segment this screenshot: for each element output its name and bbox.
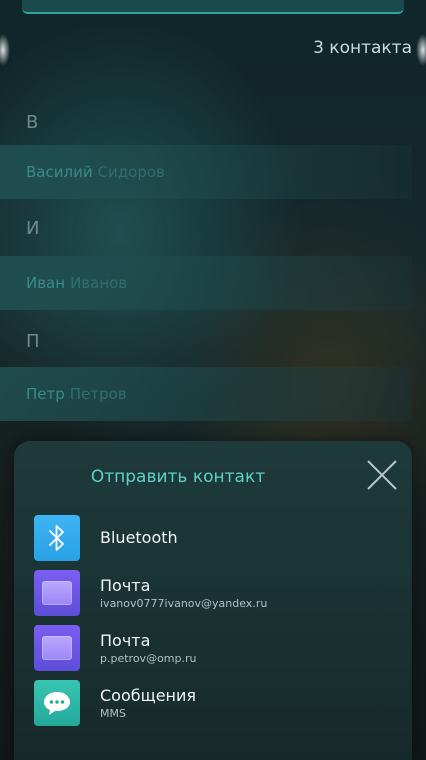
contact-first-name: Иван bbox=[26, 274, 66, 292]
share-option-bluetooth[interactable]: Bluetooth bbox=[34, 513, 404, 563]
messages-icon bbox=[34, 680, 80, 726]
section-header-v: В bbox=[26, 112, 39, 133]
share-option-account: ivanov0777ivanov@yandex.ru bbox=[100, 596, 268, 610]
share-option-title: Почта bbox=[100, 575, 151, 595]
share-option-mail-ivanov[interactable]: Почта ivanov0777ivanov@yandex.ru bbox=[34, 568, 404, 618]
contact-row-vasily[interactable]: Василий Сидоров bbox=[0, 145, 412, 199]
contact-last-name: Сидоров bbox=[97, 163, 165, 181]
share-option-transport: MMS bbox=[100, 706, 126, 720]
share-option-title: Почта bbox=[100, 630, 151, 650]
contact-count-label: 3 контакта bbox=[313, 38, 412, 58]
share-option-title: Сообщения bbox=[100, 685, 197, 705]
mail-icon bbox=[34, 570, 80, 616]
bluetooth-icon bbox=[34, 515, 80, 561]
contact-row-ivan[interactable]: Иван Иванов bbox=[0, 256, 412, 310]
contacts-screen: 3 контакта В Василий Сидоров И Иван Иван… bbox=[0, 0, 426, 760]
contact-first-name: Василий bbox=[26, 163, 93, 181]
share-contact-sheet: Отправить контакт Bluetooth Почта ivanov… bbox=[14, 441, 412, 760]
section-header-i: И bbox=[26, 218, 40, 239]
left-edge-indicator bbox=[0, 34, 10, 66]
close-button[interactable] bbox=[362, 455, 402, 495]
contact-last-name: Иванов bbox=[70, 274, 128, 292]
mail-icon bbox=[34, 625, 80, 671]
contact-first-name: Петр bbox=[26, 385, 65, 403]
share-option-title: Bluetooth bbox=[100, 528, 178, 547]
share-option-account: p.petrov@omp.ru bbox=[100, 651, 197, 665]
section-header-p: П bbox=[26, 331, 40, 352]
sheet-title: Отправить контакт bbox=[90, 467, 266, 487]
contact-row-petr[interactable]: Петр Петров bbox=[0, 367, 412, 421]
share-option-mail-petrov[interactable]: Почта p.petrov@omp.ru bbox=[34, 623, 404, 673]
contact-last-name: Петров bbox=[69, 385, 127, 403]
share-option-messages[interactable]: Сообщения MMS bbox=[34, 678, 404, 728]
close-icon bbox=[367, 460, 397, 490]
top-pulley-bar[interactable] bbox=[22, 0, 404, 14]
right-edge-indicator bbox=[416, 34, 426, 66]
